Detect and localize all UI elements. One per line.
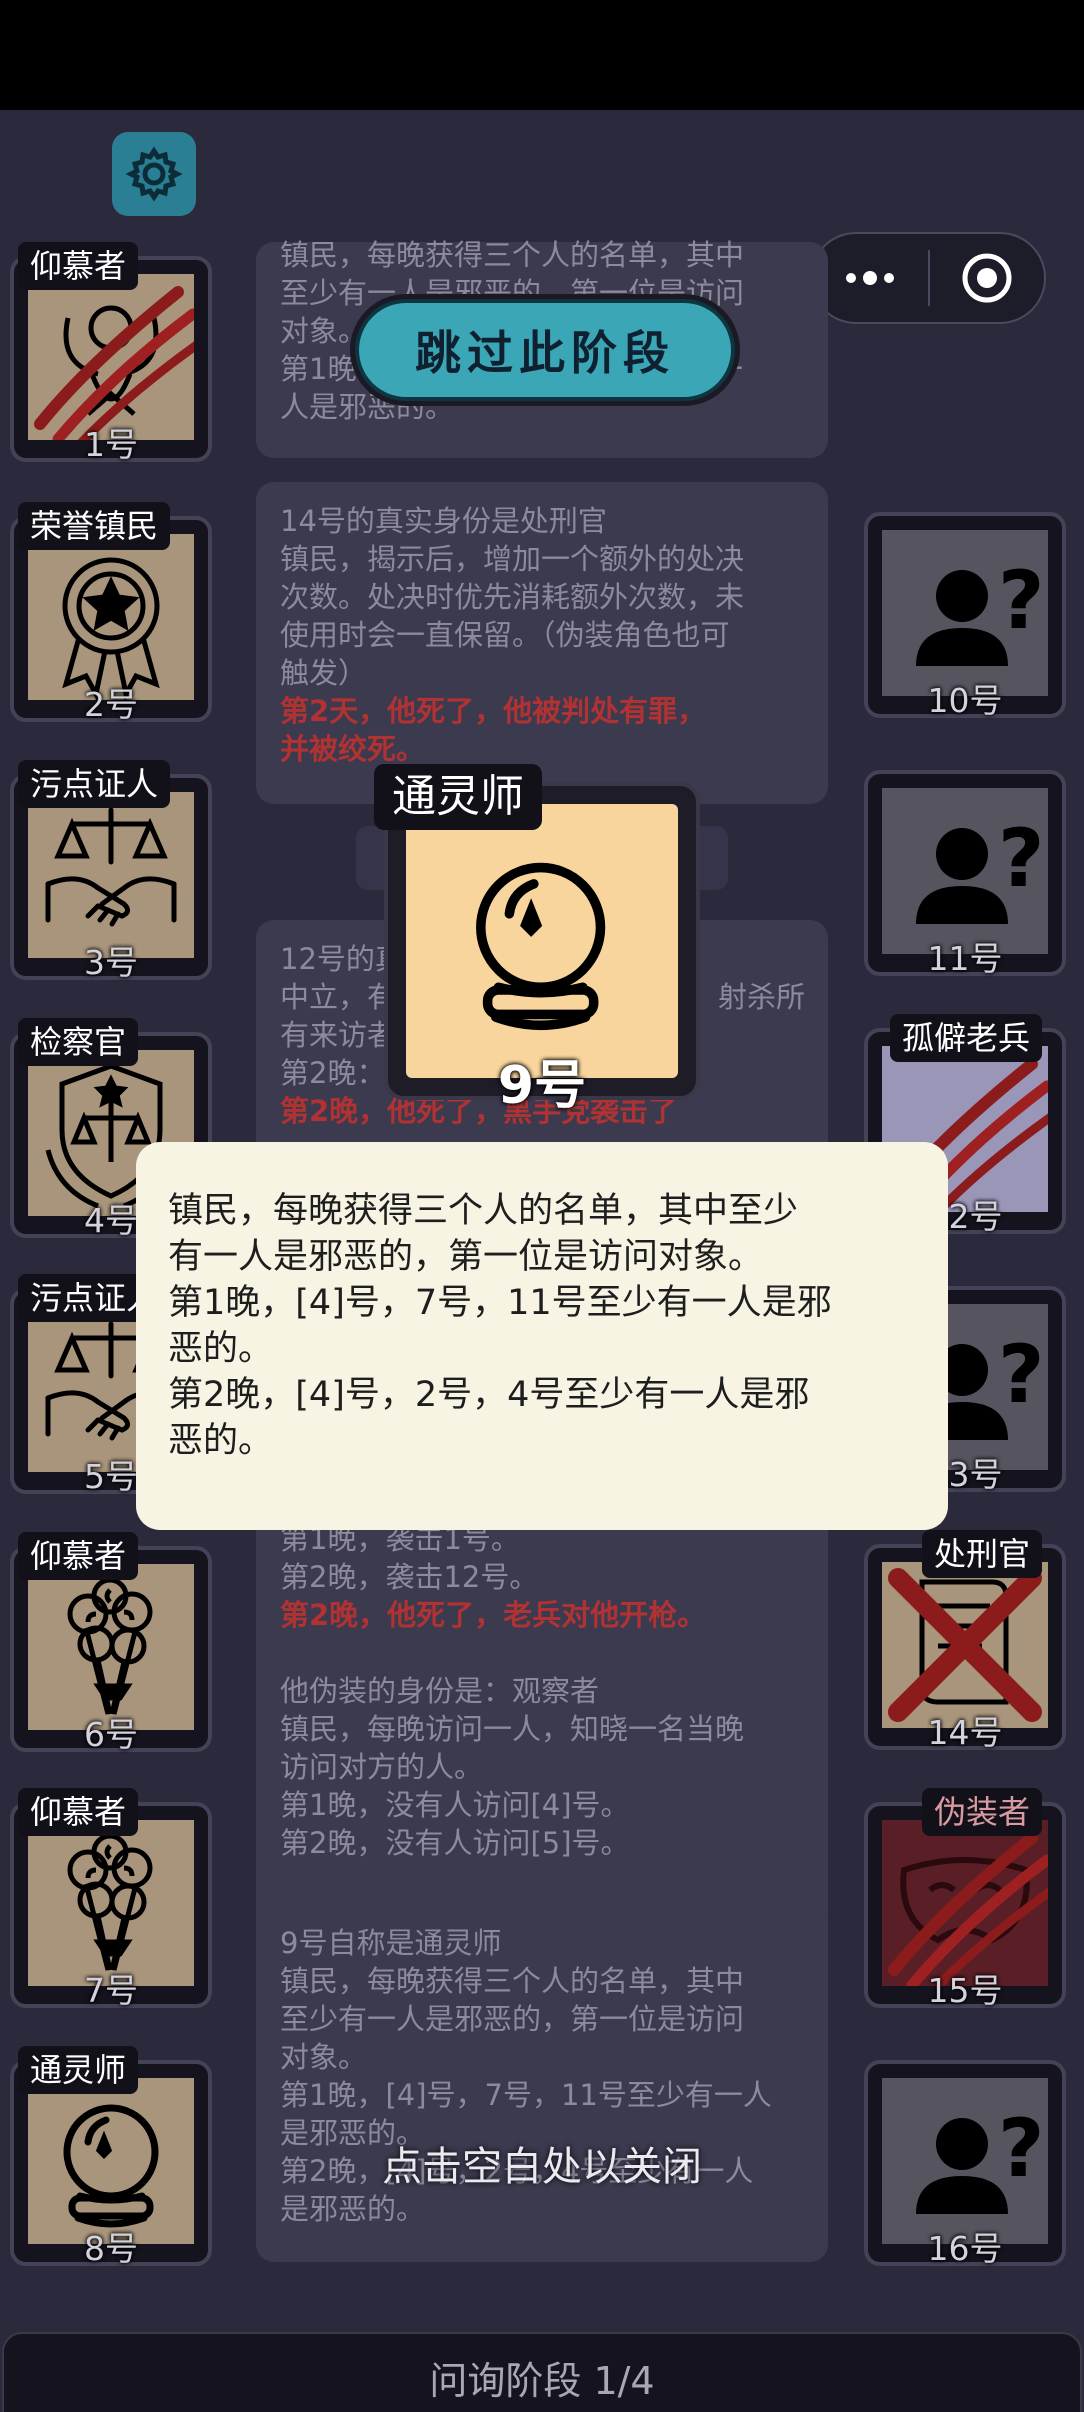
mini-program-capsule bbox=[810, 232, 1046, 324]
phase-label: 问询阶段 1/4 bbox=[429, 2358, 655, 2403]
player-role-tag: 仰慕者 bbox=[18, 242, 139, 290]
player-number: 15号 bbox=[927, 1971, 1003, 2010]
player-role-tag: 荣誉镇民 bbox=[18, 502, 171, 550]
log-line: 使用时会一直保留。（伪装角色也可 bbox=[280, 618, 730, 652]
player-number: 3号 bbox=[84, 943, 138, 982]
mask-icon bbox=[882, 1820, 1048, 1986]
rose-bouquet-icon bbox=[28, 1820, 194, 1986]
log-line: 访问对方的人。 bbox=[280, 1750, 484, 1784]
log-line: 镇民，每晚获得三个人的名单，其中 bbox=[280, 1964, 745, 1998]
log-line: 至少有一人是邪恶的，第一位是访问 bbox=[280, 2002, 745, 2036]
log-panel-2: 14号的真实身份是处刑官 镇民，揭示后，增加一个额外的处决 次数。处决时优先消耗… bbox=[256, 482, 828, 804]
log-line: 镇民，揭示后，增加一个额外的处决 bbox=[280, 542, 745, 576]
player-card-10[interactable]: 10号 bbox=[864, 512, 1066, 720]
popup-line: 第1晚，[4]号，7号，11号至少有一人是邪 bbox=[168, 1283, 832, 1323]
log-line: 触发） bbox=[280, 656, 368, 690]
player-role-tag: 伪装者 bbox=[921, 1788, 1042, 1836]
log-line: 是邪恶的。 bbox=[280, 2192, 426, 2226]
medal-star-icon bbox=[28, 534, 194, 700]
player-number: 8号 bbox=[84, 2229, 138, 2268]
player-card-2[interactable]: 荣誉镇民 2号 bbox=[10, 502, 212, 724]
log-line: 14号的真实身份是处刑官 bbox=[280, 504, 607, 538]
log-death-line: 并被绞死。 bbox=[280, 732, 426, 766]
unknown-person-icon bbox=[916, 812, 1045, 924]
settings-button[interactable] bbox=[112, 132, 196, 216]
player-number: 1号 bbox=[84, 425, 138, 464]
player-role-tag: 仰慕者 bbox=[18, 1532, 139, 1580]
log-line: 他伪装的身份是：观察者 bbox=[280, 1674, 600, 1708]
selected-player-number: 9号 bbox=[497, 1056, 587, 1116]
log-line: 次数。处决时优先消耗额外次数，未 bbox=[280, 580, 745, 614]
player-number: 11号 bbox=[927, 939, 1003, 978]
player-number: 16号 bbox=[927, 2229, 1003, 2268]
more-dots-icon[interactable] bbox=[812, 271, 928, 285]
player-card-14[interactable]: 处刑官 14号 bbox=[864, 1530, 1066, 1752]
scroll-icon bbox=[888, 1568, 1042, 1722]
crystal-ball-icon bbox=[406, 804, 678, 1078]
player-number: 10号 bbox=[927, 681, 1003, 720]
rose-bouquet-icon bbox=[28, 1564, 194, 1730]
log-line: 镇民，每晚访问一人，知晓一名当晚 bbox=[280, 1712, 745, 1746]
player-number: 7号 bbox=[84, 1971, 138, 2010]
selected-player-card[interactable]: 通灵师 9号 bbox=[374, 764, 700, 1116]
popup-line: 有一人是邪恶的，第一位是访问对象。 bbox=[168, 1237, 764, 1277]
log-line: 第1晚，没有人访问[4]号。 bbox=[280, 1788, 630, 1822]
tap-to-close-hint[interactable]: 点击空白处以关闭 bbox=[0, 2134, 1084, 2192]
player-card-11[interactable]: 11号 bbox=[864, 770, 1066, 978]
popup-line: 第2晚，[4]号，2号，4号至少有一人是邪 bbox=[168, 1375, 810, 1415]
popup-line: 恶的。 bbox=[168, 1329, 274, 1369]
popup-line: 镇民，每晚获得三个人的名单，其中至少 bbox=[168, 1191, 799, 1231]
player-card-15[interactable]: 伪装者 15号 bbox=[864, 1788, 1066, 2010]
executed-x-icon bbox=[888, 1568, 1042, 1722]
log-line: 第2晚，没有人访问[5]号。 bbox=[280, 1826, 630, 1860]
log-line: 镇民，每晚获得三个人的名单，其中 bbox=[280, 238, 745, 272]
player-role-tag: 处刑官 bbox=[921, 1530, 1042, 1578]
player-card-6[interactable]: 仰慕者 6号 bbox=[10, 1532, 212, 1754]
game-screen: 镇民，每晚获得三个人的名单，其中 至少有一人是邪恶的，第一位是访问 对象。 第1… bbox=[0, 110, 1084, 2412]
log-line: 第1晚，[4]号，7号，11号至少有一人 bbox=[280, 2078, 772, 2112]
player-role-tag: 通灵师 bbox=[18, 2046, 139, 2094]
player-number: 2号 bbox=[84, 685, 138, 724]
player-role-tag: 检察官 bbox=[18, 1018, 139, 1066]
player-card-7[interactable]: 仰慕者 7号 bbox=[10, 1788, 212, 2010]
scales-handshake-icon bbox=[28, 792, 194, 958]
skip-phase-button[interactable]: 跳过此阶段 bbox=[350, 294, 740, 406]
phase-bar: 问询阶段 1/4 bbox=[2, 2332, 1082, 2412]
log-panel-5: 9号自称是通灵师 镇民，每晚获得三个人的名单，其中 至少有一人是邪恶的，第一位是… bbox=[256, 1904, 828, 2262]
player-number: 6号 bbox=[84, 1715, 138, 1754]
unknown-person-icon bbox=[916, 554, 1045, 666]
log-line: 对象。 bbox=[280, 2040, 368, 2074]
player-number: 14号 bbox=[927, 1713, 1003, 1752]
selected-role-tag: 通灵师 bbox=[374, 764, 542, 830]
log-death-line: 第2晚，他死了，老兵对他开枪。 bbox=[280, 1598, 707, 1632]
skip-phase-label: 跳过此阶段 bbox=[355, 299, 735, 401]
target-circle-icon[interactable] bbox=[930, 250, 1044, 306]
player-role-tag: 孤僻老兵 bbox=[889, 1014, 1042, 1062]
log-line: 第2晚，袭击12号。 bbox=[280, 1560, 539, 1594]
log-death-line: 第2天，他死了，他被判处有罪， bbox=[280, 694, 707, 728]
role-info-popup[interactable]: 镇民，每晚获得三个人的名单，其中至少 有一人是邪恶的，第一位是访问对象。 第1晚… bbox=[136, 1142, 948, 1530]
player-role-tag: 污点证人 bbox=[18, 760, 171, 808]
log-line: 9号自称是通灵师 bbox=[280, 1926, 502, 1960]
player-card-1[interactable]: 仰慕者 1号 bbox=[10, 242, 212, 464]
player-role-tag: 仰慕者 bbox=[18, 1788, 139, 1836]
popup-line: 恶的。 bbox=[168, 1421, 274, 1461]
player-card-3[interactable]: 污点证人 3号 bbox=[10, 760, 212, 982]
gear-icon bbox=[125, 146, 183, 202]
log-line: 射杀所 bbox=[718, 980, 806, 1014]
